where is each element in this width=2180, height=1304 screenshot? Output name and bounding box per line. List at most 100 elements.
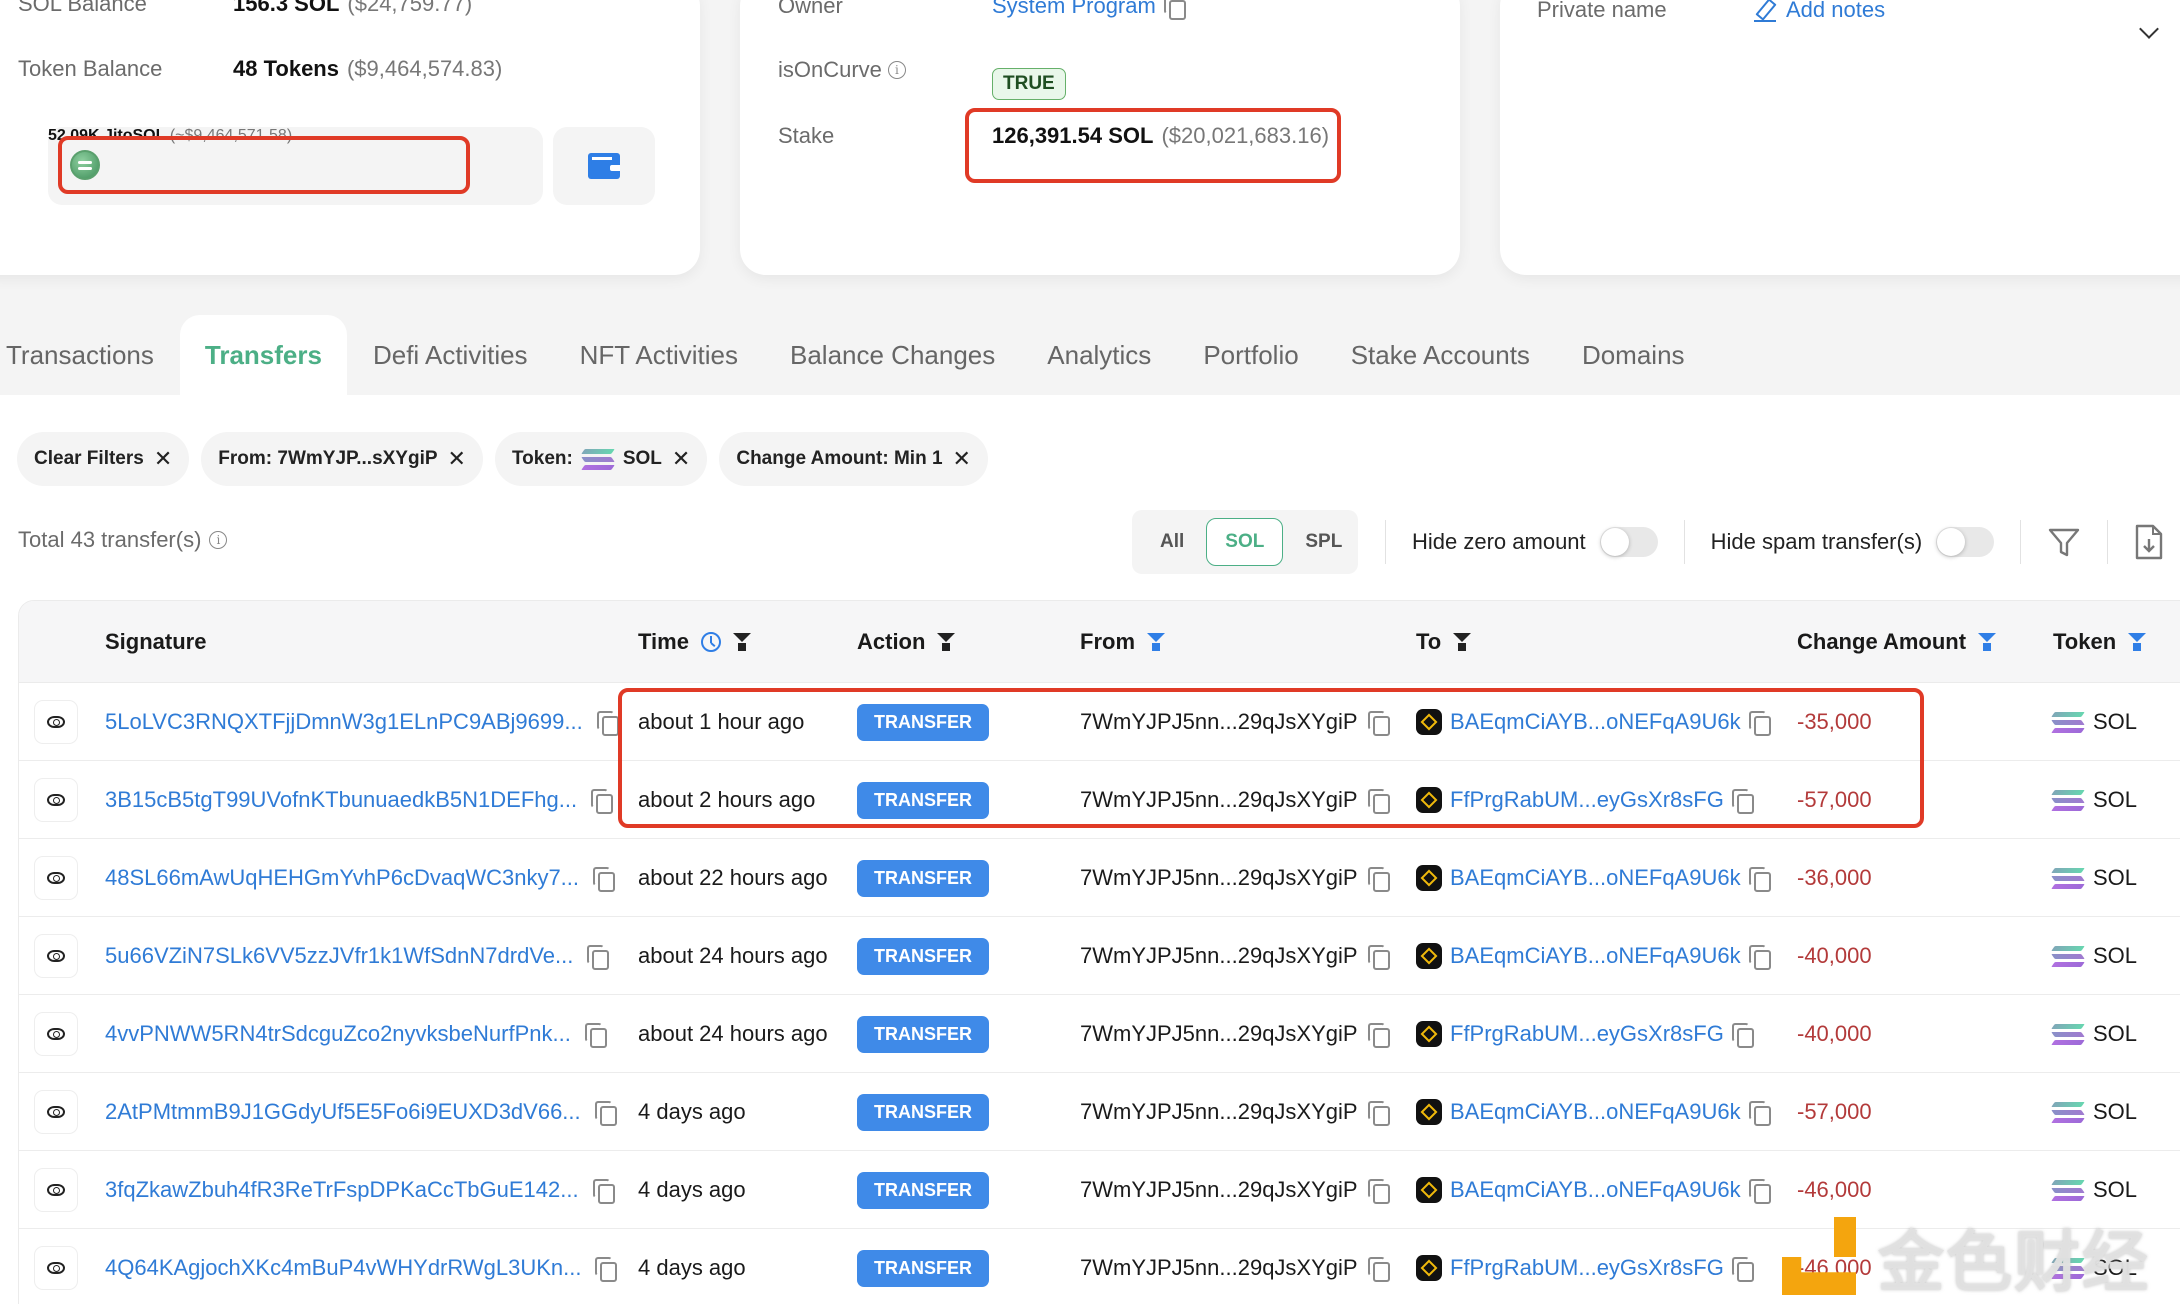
portfolio-wallet-button[interactable]: [553, 127, 655, 205]
signature-link[interactable]: 3B15cB5tgT99UVofnKTbunuaedkB5N1DEFhg...: [105, 787, 577, 813]
filter-active-icon[interactable]: [1147, 632, 1165, 651]
view-details-button[interactable]: [34, 1246, 78, 1290]
copy-icon[interactable]: [1367, 1101, 1390, 1126]
token-filter-chip[interactable]: Token: SOL ✕: [494, 432, 708, 486]
copy-icon[interactable]: [1367, 711, 1390, 736]
change-amount-filter-chip[interactable]: Change Amount: Min 1 ✕: [719, 432, 988, 486]
to-address-link[interactable]: BAEqmCiAYB...oNEFqA9U6k: [1450, 865, 1741, 891]
to-address-link[interactable]: FfPrgRabUM...eyGsXr8sFG: [1450, 1255, 1724, 1281]
to-address-link[interactable]: FfPrgRabUM...eyGsXr8sFG: [1450, 1021, 1724, 1047]
to-address-link[interactable]: BAEqmCiAYB...oNEFqA9U6k: [1450, 943, 1741, 969]
to-address-link[interactable]: BAEqmCiAYB...oNEFqA9U6k: [1450, 1099, 1741, 1125]
copy-icon[interactable]: [1731, 1023, 1754, 1048]
signature-link[interactable]: 3fqZkawZbuh4fR3ReTrFspDPKaCcTbGuE142...: [105, 1177, 579, 1203]
from-address[interactable]: 7WmYJPJ5nn...29qJsXYgiP: [1080, 1099, 1358, 1125]
from-address[interactable]: 7WmYJPJ5nn...29qJsXYgiP: [1080, 1021, 1358, 1047]
copy-icon[interactable]: [1367, 867, 1390, 892]
view-details-button[interactable]: [34, 778, 78, 822]
copy-icon[interactable]: [1163, 0, 1186, 20]
token-symbol[interactable]: SOL: [2093, 943, 2137, 969]
token-symbol[interactable]: SOL: [2093, 865, 2137, 891]
view-details-button[interactable]: [34, 934, 78, 978]
download-csv-icon[interactable]: [2134, 523, 2164, 561]
token-symbol[interactable]: SOL: [2093, 1099, 2137, 1125]
token-holdings-dropdown[interactable]: 52.09K JitoSOL (~$9,464,571.58): [48, 127, 543, 205]
copy-icon[interactable]: [591, 789, 614, 814]
filter-active-icon[interactable]: [2128, 632, 2147, 651]
copy-icon[interactable]: [1748, 945, 1771, 970]
clock-icon[interactable]: [700, 631, 721, 652]
tab-transactions[interactable]: Transactions: [0, 315, 180, 395]
copy-icon[interactable]: [1367, 789, 1390, 814]
copy-icon[interactable]: [1731, 1257, 1754, 1282]
filter-icon[interactable]: [1453, 632, 1472, 651]
filter-icon[interactable]: [937, 632, 956, 651]
from-filter-chip[interactable]: From: 7WmYJP...sXYgiP ✕: [201, 432, 483, 486]
copy-icon[interactable]: [592, 1179, 615, 1204]
tab-defi-activities[interactable]: Defi Activities: [347, 315, 554, 395]
copy-icon[interactable]: [1748, 711, 1771, 736]
to-address-link[interactable]: FfPrgRabUM...eyGsXr8sFG: [1450, 787, 1724, 813]
view-details-button[interactable]: [34, 1090, 78, 1134]
signature-link[interactable]: 5LoLVC3RNQXTFjjDmnW3g1ELnPC9ABj9699...: [105, 709, 583, 735]
hide-zero-toggle[interactable]: [1599, 527, 1658, 557]
copy-icon[interactable]: [1367, 945, 1390, 970]
view-details-button[interactable]: [34, 856, 78, 900]
close-icon[interactable]: ✕: [953, 446, 971, 472]
signature-link[interactable]: 5u66VZiN7SLk6VV5zzJVfr1k1WfSdnN7drdVe...: [105, 943, 573, 969]
tab-balance-changes[interactable]: Balance Changes: [764, 315, 1021, 395]
segment-all[interactable]: All: [1138, 518, 1206, 566]
close-icon[interactable]: ✕: [448, 446, 466, 472]
to-address-link[interactable]: BAEqmCiAYB...oNEFqA9U6k: [1450, 709, 1741, 735]
copy-icon[interactable]: [595, 1257, 618, 1282]
copy-icon[interactable]: [1367, 1257, 1390, 1282]
copy-icon[interactable]: [594, 1101, 617, 1126]
from-address[interactable]: 7WmYJPJ5nn...29qJsXYgiP: [1080, 1177, 1358, 1203]
clear-filters-chip[interactable]: Clear Filters ✕: [17, 432, 190, 486]
tab-analytics[interactable]: Analytics: [1021, 315, 1177, 395]
from-address[interactable]: 7WmYJPJ5nn...29qJsXYgiP: [1080, 1255, 1358, 1281]
copy-icon[interactable]: [1367, 1023, 1390, 1048]
token-symbol[interactable]: SOL: [2093, 1021, 2137, 1047]
info-icon[interactable]: i: [209, 531, 228, 549]
tab-nft-activities[interactable]: NFT Activities: [554, 315, 764, 395]
signature-link[interactable]: 4Q64KAgjochXKc4mBuP4vWHYdrRWgL3UKn...: [105, 1255, 581, 1281]
copy-icon[interactable]: [587, 945, 610, 970]
token-symbol[interactable]: SOL: [2093, 787, 2137, 813]
copy-icon[interactable]: [596, 711, 619, 736]
view-details-button[interactable]: [34, 1168, 78, 1212]
add-notes-button[interactable]: Add notes: [1752, 0, 1885, 23]
to-address-link[interactable]: BAEqmCiAYB...oNEFqA9U6k: [1450, 1177, 1741, 1203]
token-symbol[interactable]: SOL: [2093, 709, 2137, 735]
view-details-button[interactable]: [34, 1012, 78, 1056]
from-address[interactable]: 7WmYJPJ5nn...29qJsXYgiP: [1080, 865, 1358, 891]
filter-icon[interactable]: [732, 632, 751, 651]
close-icon[interactable]: ✕: [154, 446, 172, 472]
copy-icon[interactable]: [1731, 789, 1754, 814]
tab-stake-accounts[interactable]: Stake Accounts: [1325, 315, 1556, 395]
signature-link[interactable]: 4vvPNWW5RN4trSdcguZco2nyvksbeNurfPnk...: [105, 1021, 571, 1047]
copy-icon[interactable]: [584, 1023, 607, 1048]
owner-link[interactable]: System Program: [992, 0, 1156, 19]
tab-domains[interactable]: Domains: [1556, 315, 1711, 395]
from-address[interactable]: 7WmYJPJ5nn...29qJsXYgiP: [1080, 709, 1358, 735]
copy-icon[interactable]: [1748, 867, 1771, 892]
signature-link[interactable]: 48SL66mAwUqHEHGmYvhP6cDvaqWC3nky7...: [105, 865, 579, 891]
token-symbol[interactable]: SOL: [2093, 1177, 2137, 1203]
hide-spam-toggle[interactable]: [1936, 527, 1995, 557]
view-details-button[interactable]: [34, 700, 78, 744]
copy-icon[interactable]: [1367, 1179, 1390, 1204]
from-address[interactable]: 7WmYJPJ5nn...29qJsXYgiP: [1080, 787, 1358, 813]
segment-spl[interactable]: SPL: [1283, 518, 1364, 566]
signature-link[interactable]: 2AtPMtmmB9J1GGdyUf5E5Fo6i9EUXD3dV66...: [105, 1099, 581, 1125]
copy-icon[interactable]: [1748, 1101, 1771, 1126]
filter-icon[interactable]: [2047, 525, 2081, 559]
copy-icon[interactable]: [593, 867, 616, 892]
close-icon[interactable]: ✕: [672, 446, 690, 472]
tab-transfers[interactable]: Transfers: [179, 315, 347, 395]
filter-active-icon[interactable]: [1978, 632, 1997, 651]
tab-portfolio[interactable]: Portfolio: [1177, 315, 1324, 395]
token-symbol[interactable]: SOL: [2093, 1255, 2137, 1281]
segment-sol[interactable]: SOL: [1206, 518, 1284, 566]
copy-icon[interactable]: [1748, 1179, 1771, 1204]
